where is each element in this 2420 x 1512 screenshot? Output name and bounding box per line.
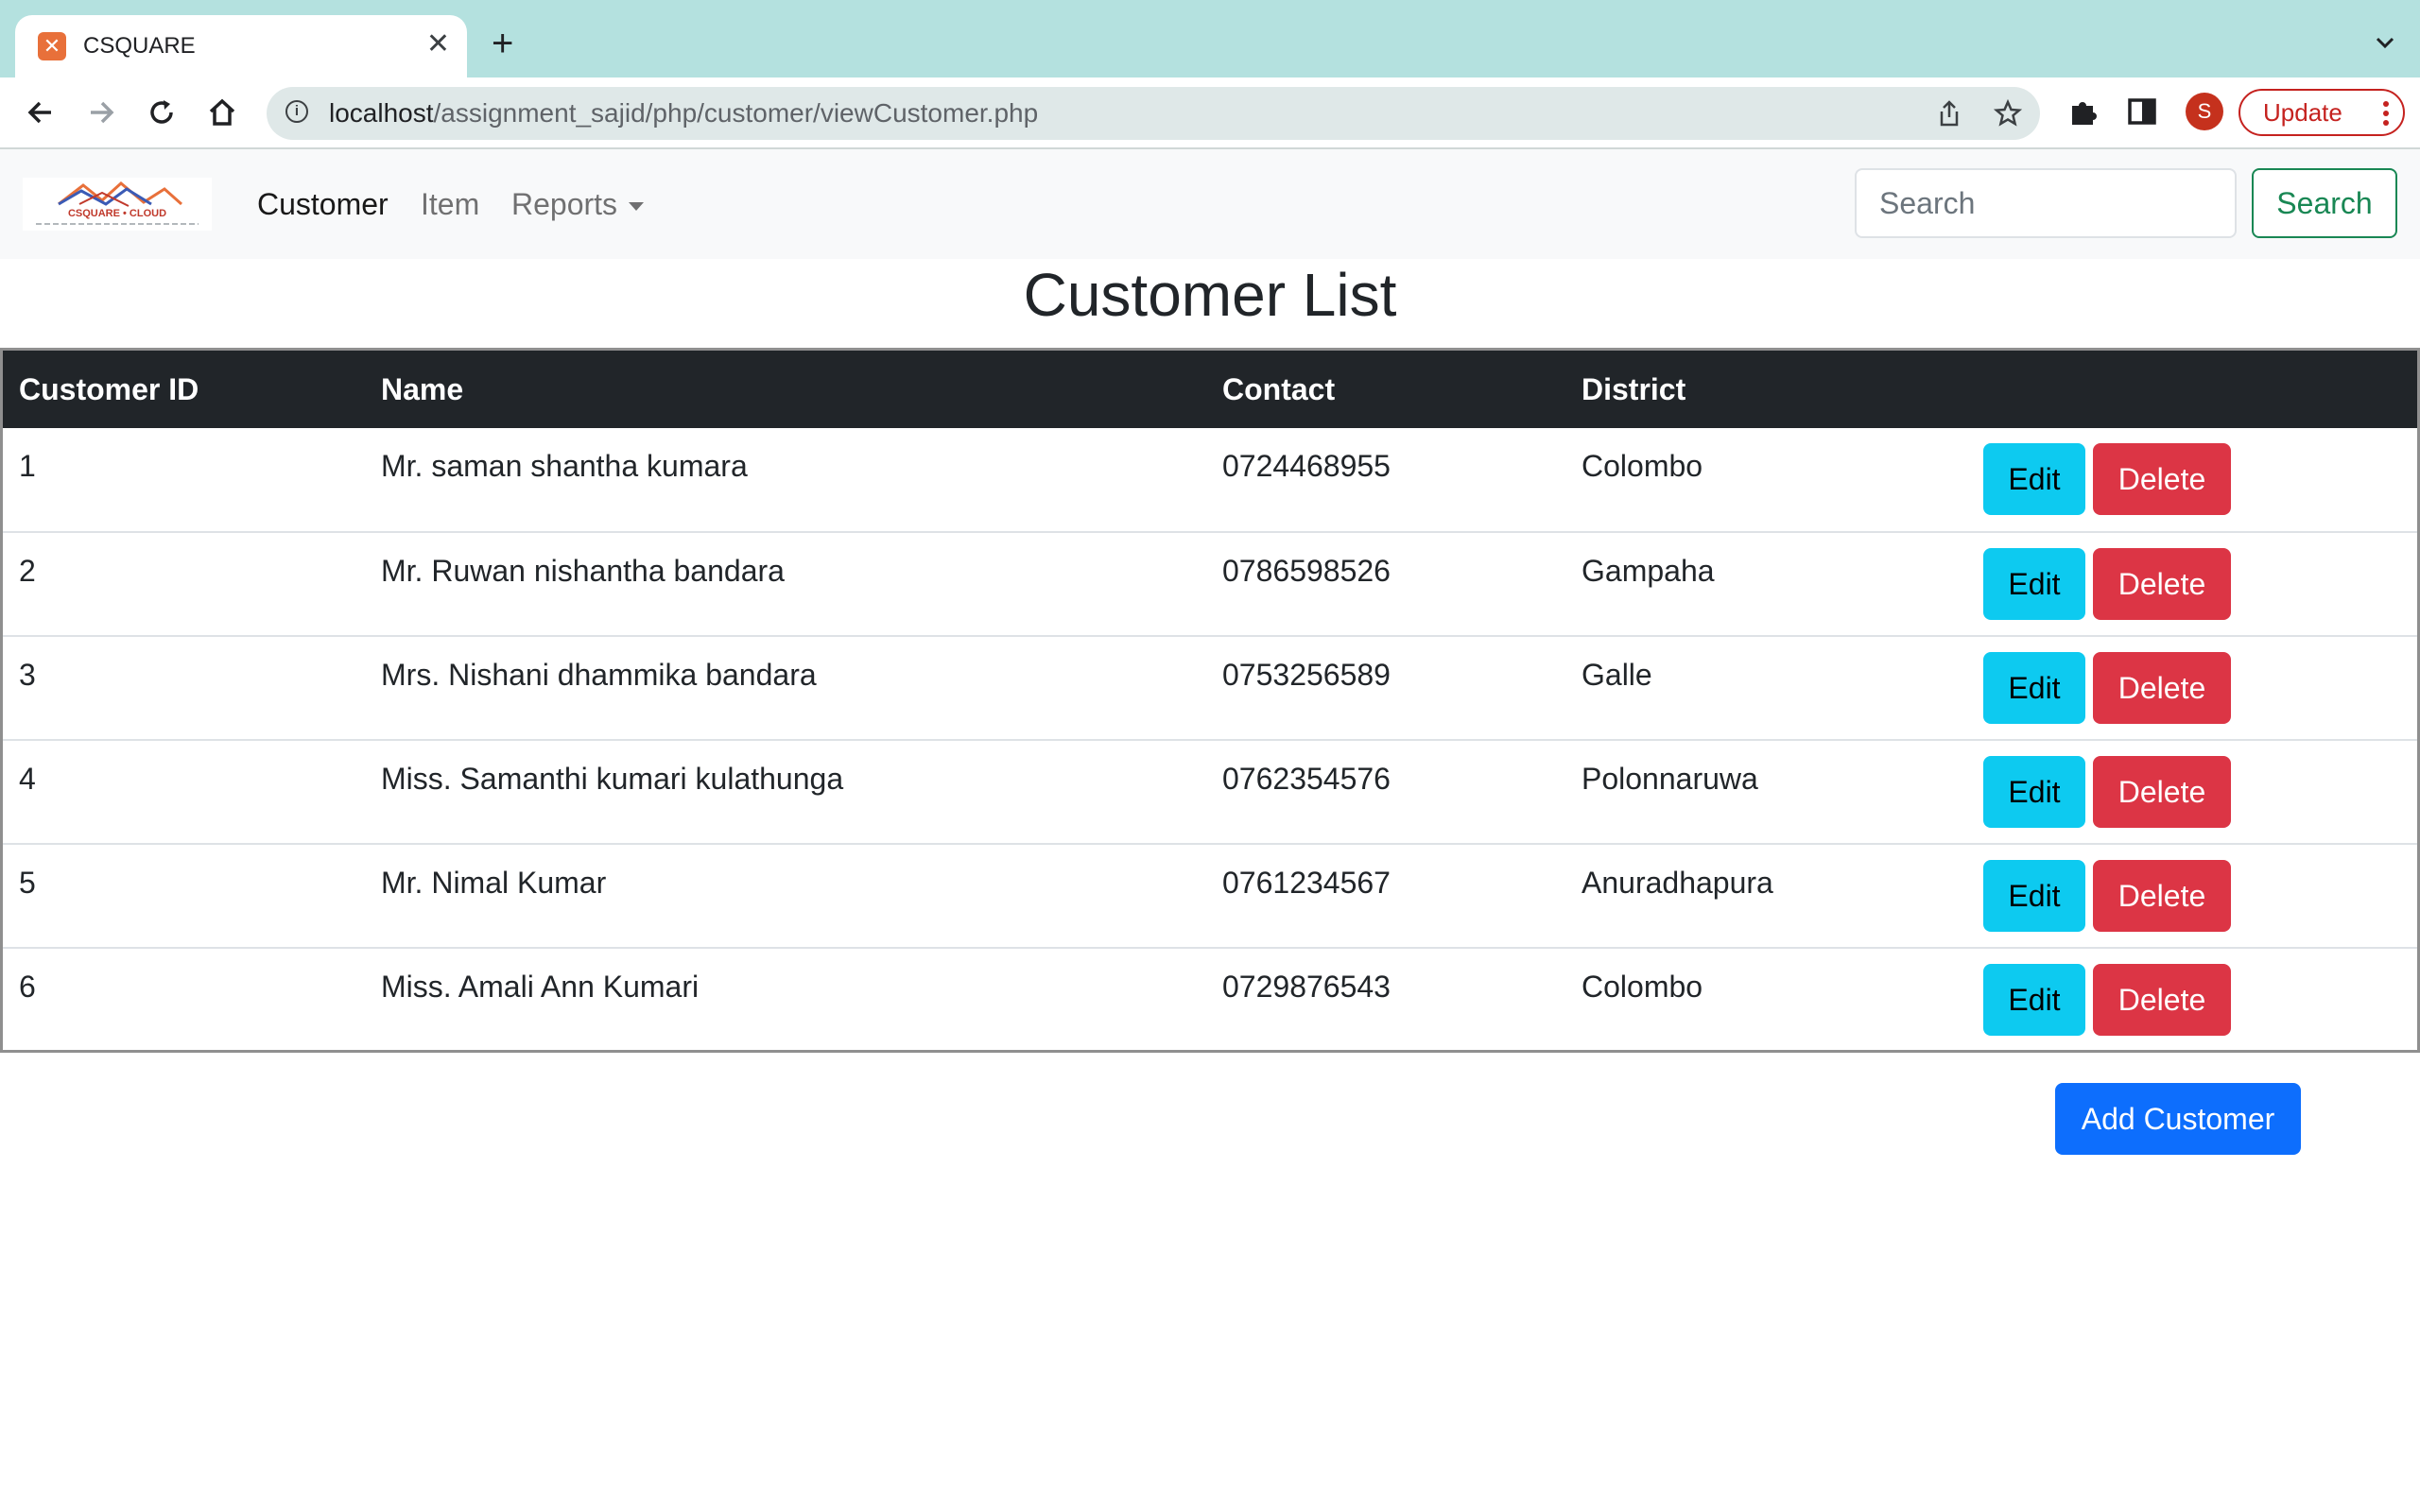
edit-button[interactable]: Edit	[1983, 548, 2085, 620]
nav-link-reports-label: Reports	[511, 187, 618, 221]
table-row: 1 Mr. saman shantha kumara 0724468955 Co…	[3, 428, 2417, 532]
logo-graphic-icon: CSQUARE • CLOUD	[36, 181, 199, 225]
delete-button[interactable]: Delete	[2093, 443, 2231, 515]
url-path: /assignment_sajid/php/customer/viewCusto…	[433, 98, 1039, 128]
tab-title: CSQUARE	[83, 33, 196, 59]
cell-name: Miss. Amali Ann Kumari	[381, 970, 700, 1004]
edit-button[interactable]: Edit	[1983, 652, 2085, 724]
dropdown-caret-icon	[629, 202, 645, 212]
home-icon[interactable]	[204, 94, 240, 130]
nav-link-customer[interactable]: Customer	[257, 185, 389, 223]
cell-district: Colombo	[1582, 970, 1703, 1004]
edit-button[interactable]: Edit	[1983, 756, 2085, 828]
cell-customer-id: 6	[19, 970, 36, 1004]
browser-tab[interactable]: ✕ CSQUARE ✕	[15, 15, 467, 77]
forward-arrow-icon[interactable]	[83, 94, 119, 130]
cell-actions: Edit Delete	[1944, 740, 2417, 844]
cell-name: Mr. Nimal Kumar	[381, 866, 607, 900]
cell-name: Mr. saman shantha kumara	[381, 449, 748, 483]
cell-customer-id: 5	[19, 866, 36, 900]
column-header-district: District	[1582, 371, 1686, 406]
cell-district: Polonnaruwa	[1582, 762, 1758, 796]
search-button[interactable]: Search	[2252, 168, 2397, 238]
page-title: Customer List	[1023, 261, 1397, 329]
search-input[interactable]	[1855, 168, 2237, 238]
cell-district: Gampaha	[1582, 554, 1715, 588]
cell-name: Mrs. Nishani dhammika bandara	[381, 658, 817, 692]
table-row: 2 Mr. Ruwan nishantha bandara 0786598526…	[3, 532, 2417, 636]
cell-customer-id: 1	[19, 449, 36, 483]
cell-actions: Edit Delete	[1944, 532, 2417, 636]
url-text[interactable]: localhost/assignment_sajid/php/customer/…	[329, 98, 1038, 129]
cell-name: Mr. Ruwan nishantha bandara	[381, 554, 785, 588]
cell-actions: Edit Delete	[1944, 428, 2417, 532]
cell-customer-id: 2	[19, 554, 36, 588]
address-bar[interactable]: i localhost/assignment_sajid/php/custome…	[267, 87, 2040, 140]
column-header-contact: Contact	[1222, 371, 1336, 406]
cell-name: Miss. Samanthi kumari kulathunga	[381, 762, 844, 796]
edit-button[interactable]: Edit	[1983, 443, 2085, 515]
cell-actions: Edit Delete	[1944, 948, 2417, 1052]
delete-button[interactable]: Delete	[2093, 964, 2231, 1036]
delete-button[interactable]: Delete	[2093, 860, 2231, 932]
browser-toolbar: i localhost/assignment_sajid/php/custome…	[0, 77, 2420, 147]
edit-button[interactable]: Edit	[1983, 860, 2085, 932]
column-header-actions	[1944, 351, 2417, 428]
share-icon[interactable]	[1934, 98, 1964, 129]
side-panel-icon[interactable]	[2125, 94, 2159, 129]
edit-button[interactable]: Edit	[1983, 964, 2085, 1036]
new-tab-plus-icon[interactable]: +	[492, 25, 513, 62]
cell-contact: 0762354576	[1222, 762, 1391, 796]
table-row: 3 Mrs. Nishani dhammika bandara 07532565…	[3, 636, 2417, 740]
cell-actions: Edit Delete	[1944, 844, 2417, 948]
cell-contact: 0724468955	[1222, 449, 1391, 483]
delete-button[interactable]: Delete	[2093, 548, 2231, 620]
delete-button[interactable]: Delete	[2093, 652, 2231, 724]
xampp-favicon-icon: ✕	[38, 32, 66, 60]
cell-contact: 0753256589	[1222, 658, 1391, 692]
browser-tab-strip: ✕ CSQUARE ✕ +	[0, 0, 2420, 77]
table-row: 4 Miss. Samanthi kumari kulathunga 07623…	[3, 740, 2417, 844]
more-vertical-icon	[2383, 101, 2389, 126]
url-host: localhost	[329, 98, 434, 128]
delete-button[interactable]: Delete	[2093, 756, 2231, 828]
customer-table: Customer ID Name Contact District 1 Mr. …	[0, 348, 2420, 1053]
site-navbar: CSQUARE • CLOUD Customer Item Reports Se…	[0, 149, 2420, 259]
extensions-puzzle-icon[interactable]	[2066, 94, 2100, 129]
cell-customer-id: 4	[19, 762, 36, 796]
cell-district: Colombo	[1582, 449, 1703, 483]
bookmark-star-icon[interactable]	[1993, 98, 2023, 129]
table-row: 5 Mr. Nimal Kumar 0761234567 Anuradhapur…	[3, 844, 2417, 948]
cell-contact: 0786598526	[1222, 554, 1391, 588]
tab-search-chevron-icon[interactable]	[2375, 32, 2395, 53]
logo-text: CSQUARE • CLOUD	[68, 208, 166, 219]
cell-customer-id: 3	[19, 658, 36, 692]
nav-link-item[interactable]: Item	[421, 185, 479, 223]
nav-dropdown-reports[interactable]: Reports	[511, 185, 645, 223]
table-row: 6 Miss. Amali Ann Kumari 0729876543 Colo…	[3, 948, 2417, 1052]
back-arrow-icon[interactable]	[23, 94, 59, 130]
tab-close-icon[interactable]: ✕	[426, 28, 450, 60]
add-customer-button[interactable]: Add Customer	[2055, 1083, 2301, 1155]
table-header-row: Customer ID Name Contact District	[3, 351, 2417, 428]
cell-contact: 0761234567	[1222, 866, 1391, 900]
cell-actions: Edit Delete	[1944, 636, 2417, 740]
site-info-icon[interactable]: i	[285, 100, 308, 123]
cell-contact: 0729876543	[1222, 970, 1391, 1004]
profile-avatar[interactable]: S	[2186, 93, 2223, 130]
reload-icon[interactable]	[144, 94, 180, 130]
column-header-customer-id: Customer ID	[19, 371, 199, 406]
update-label: Update	[2263, 98, 2342, 127]
update-button[interactable]: Update	[2238, 89, 2405, 136]
cell-district: Galle	[1582, 658, 1652, 692]
cell-district: Anuradhapura	[1582, 866, 1773, 900]
column-header-name: Name	[381, 371, 464, 406]
csquare-logo[interactable]: CSQUARE • CLOUD	[23, 178, 212, 231]
